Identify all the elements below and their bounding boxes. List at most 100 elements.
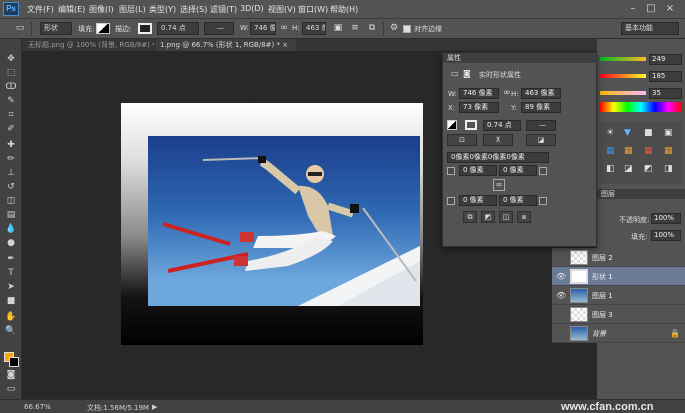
corner-type-select[interactable]: ◪ bbox=[526, 134, 556, 146]
stroke-type-select[interactable]: — bbox=[204, 22, 234, 35]
radius-top-right[interactable]: 0 像素 bbox=[499, 165, 537, 176]
menu-3d[interactable]: 3D(D) bbox=[240, 4, 264, 13]
path-arrangement-icon[interactable]: ⧉ bbox=[365, 22, 379, 35]
menu-file[interactable]: 文件(F) bbox=[27, 4, 54, 15]
zoom-level[interactable]: 66.67% bbox=[24, 403, 51, 411]
brush-tool-icon[interactable]: ✏ bbox=[4, 153, 18, 166]
visibility-toggle[interactable] bbox=[556, 310, 565, 319]
quick-select-tool-icon[interactable]: ✎ bbox=[4, 95, 18, 108]
eye-icon[interactable]: 👁 bbox=[556, 272, 566, 281]
lookup-icon[interactable]: ▦ bbox=[664, 146, 673, 156]
stroke-swatch[interactable] bbox=[138, 23, 152, 34]
background-color-swatch[interactable] bbox=[9, 357, 19, 367]
levels-icon[interactable]: ☀ bbox=[606, 128, 614, 138]
minimize-icon[interactable]: – bbox=[626, 2, 640, 16]
red-slider[interactable] bbox=[600, 57, 646, 61]
width-input[interactable]: 746 像素 bbox=[459, 88, 499, 99]
fill-swatch[interactable] bbox=[96, 23, 110, 34]
zoom-tool-icon[interactable]: 🔍 bbox=[4, 325, 18, 338]
path-exclude-icon[interactable]: ⧈ bbox=[517, 211, 531, 223]
menu-image[interactable]: 图像(I) bbox=[89, 4, 114, 15]
gear-icon[interactable]: ⚙ bbox=[387, 22, 401, 35]
rectangle-tool-icon[interactable]: ■ bbox=[4, 295, 18, 308]
close-icon[interactable]: × bbox=[282, 41, 288, 49]
eyedropper-tool-icon[interactable]: ✐ bbox=[4, 123, 18, 136]
hand-tool-icon[interactable]: ✋ bbox=[4, 311, 18, 324]
stroke-swatch[interactable] bbox=[465, 120, 477, 130]
opacity-field[interactable]: 100% bbox=[651, 213, 681, 224]
tool-mode-select[interactable]: 形状 bbox=[40, 22, 72, 35]
history-brush-icon[interactable]: ↺ bbox=[4, 181, 18, 194]
bw-icon[interactable]: ■ bbox=[644, 128, 653, 138]
align-edges-checkbox[interactable] bbox=[403, 25, 411, 33]
layer-row[interactable]: 背景 🔒 bbox=[552, 324, 685, 343]
layers-tab[interactable]: 图层 bbox=[597, 189, 685, 199]
green-value[interactable]: 185 bbox=[649, 71, 682, 82]
corner-checkbox[interactable] bbox=[539, 197, 547, 205]
menu-edit[interactable]: 编辑(E) bbox=[58, 4, 85, 15]
layer-row[interactable]: 图层 3 bbox=[552, 305, 685, 324]
eraser-tool-icon[interactable]: ◫ bbox=[4, 195, 18, 208]
tab-untitled[interactable]: 无标题.png @ 100% (背景, RGB/8#) * × bbox=[24, 39, 154, 51]
menu-help[interactable]: 帮助(H) bbox=[330, 4, 358, 15]
stroke-width-field[interactable]: 0.74 点 bbox=[157, 22, 199, 35]
dodge-tool-icon[interactable]: ● bbox=[4, 237, 18, 250]
align-type-select[interactable]: ⊡ bbox=[447, 134, 477, 146]
lasso-tool-icon[interactable]: ↀ bbox=[4, 81, 18, 94]
color-balance-icon[interactable]: ▦ bbox=[624, 146, 633, 156]
status-arrow-icon[interactable]: ▶ bbox=[152, 403, 157, 411]
posterize-icon[interactable]: ◪ bbox=[624, 164, 633, 174]
workspace-select[interactable]: 基本功能 bbox=[621, 22, 679, 35]
path-select-tool-icon[interactable]: ➤ bbox=[4, 281, 18, 294]
corner-checkbox[interactable] bbox=[447, 197, 455, 205]
menu-filter[interactable]: 滤镜(T) bbox=[210, 4, 237, 15]
height-field[interactable]: 463 像 bbox=[302, 22, 326, 35]
visibility-toggle[interactable] bbox=[556, 329, 565, 338]
radius-bottom-right[interactable]: 0 像素 bbox=[499, 195, 537, 206]
stroke-width-input[interactable]: 0.74 点 bbox=[483, 120, 521, 131]
photo-filter-icon[interactable]: ▣ bbox=[664, 128, 673, 138]
corner-radii-field[interactable]: 0像素0像素0像素0像素 bbox=[447, 152, 549, 163]
type-tool-icon[interactable]: T bbox=[4, 267, 18, 280]
corner-checkbox[interactable] bbox=[447, 167, 455, 175]
quick-mask-icon[interactable]: ◙ bbox=[4, 369, 18, 382]
link-icon[interactable]: ∞ bbox=[277, 22, 291, 35]
layer-row[interactable]: 👁 图层 1 bbox=[552, 286, 685, 305]
width-field[interactable]: 746 像 bbox=[250, 22, 276, 35]
path-combine-icon[interactable]: ⧉ bbox=[463, 211, 477, 223]
maximize-icon[interactable]: □ bbox=[644, 2, 658, 16]
menu-type[interactable]: 类型(Y) bbox=[149, 4, 176, 15]
corner-checkbox[interactable] bbox=[539, 167, 547, 175]
pen-tool-icon[interactable]: ✒ bbox=[4, 253, 18, 266]
ski-photo[interactable] bbox=[148, 136, 420, 306]
hsl-icon[interactable]: ▦ bbox=[606, 146, 615, 156]
red-value[interactable]: 249 bbox=[649, 54, 682, 65]
gradient-map-icon[interactable]: ◨ bbox=[664, 164, 673, 174]
menu-select[interactable]: 选择(S) bbox=[180, 4, 207, 15]
fill-swatch[interactable] bbox=[447, 120, 457, 130]
stroke-style-select[interactable]: — bbox=[526, 120, 556, 131]
y-input[interactable]: 89 像素 bbox=[521, 102, 561, 113]
link-icon[interactable]: ∞ bbox=[503, 88, 511, 98]
path-operations-icon[interactable]: ▣ bbox=[331, 22, 345, 35]
radius-bottom-left[interactable]: 0 像素 bbox=[459, 195, 497, 206]
cap-type-select[interactable]: ⊼ bbox=[483, 134, 513, 146]
gradient-tool-icon[interactable]: ▤ bbox=[4, 209, 18, 222]
marquee-tool-icon[interactable]: ⬚ bbox=[4, 67, 18, 80]
invert-icon[interactable]: ◧ bbox=[606, 164, 615, 174]
blur-tool-icon[interactable]: 💧 bbox=[4, 223, 18, 236]
menu-window[interactable]: 窗口(W) bbox=[298, 4, 328, 15]
screen-mode-icon[interactable]: ▭ bbox=[4, 383, 18, 396]
radius-top-left[interactable]: 0 像素 bbox=[459, 165, 497, 176]
color-ramp[interactable] bbox=[600, 102, 682, 112]
x-input[interactable]: 73 像素 bbox=[459, 102, 499, 113]
green-slider[interactable] bbox=[600, 74, 646, 78]
clone-stamp-icon[interactable]: ⊥ bbox=[4, 167, 18, 180]
threshold-icon[interactable]: ◩ bbox=[644, 164, 653, 174]
link-radii-icon[interactable]: ∞ bbox=[493, 179, 505, 191]
move-tool-icon[interactable]: ✥ bbox=[4, 53, 18, 66]
close-icon[interactable]: × bbox=[663, 2, 677, 16]
tab-1-png[interactable]: 1.png @ 66.7% (形状 1, RGB/8#) * × bbox=[156, 39, 296, 51]
blue-slider[interactable] bbox=[600, 91, 646, 95]
menu-layer[interactable]: 图层(L) bbox=[119, 4, 146, 15]
